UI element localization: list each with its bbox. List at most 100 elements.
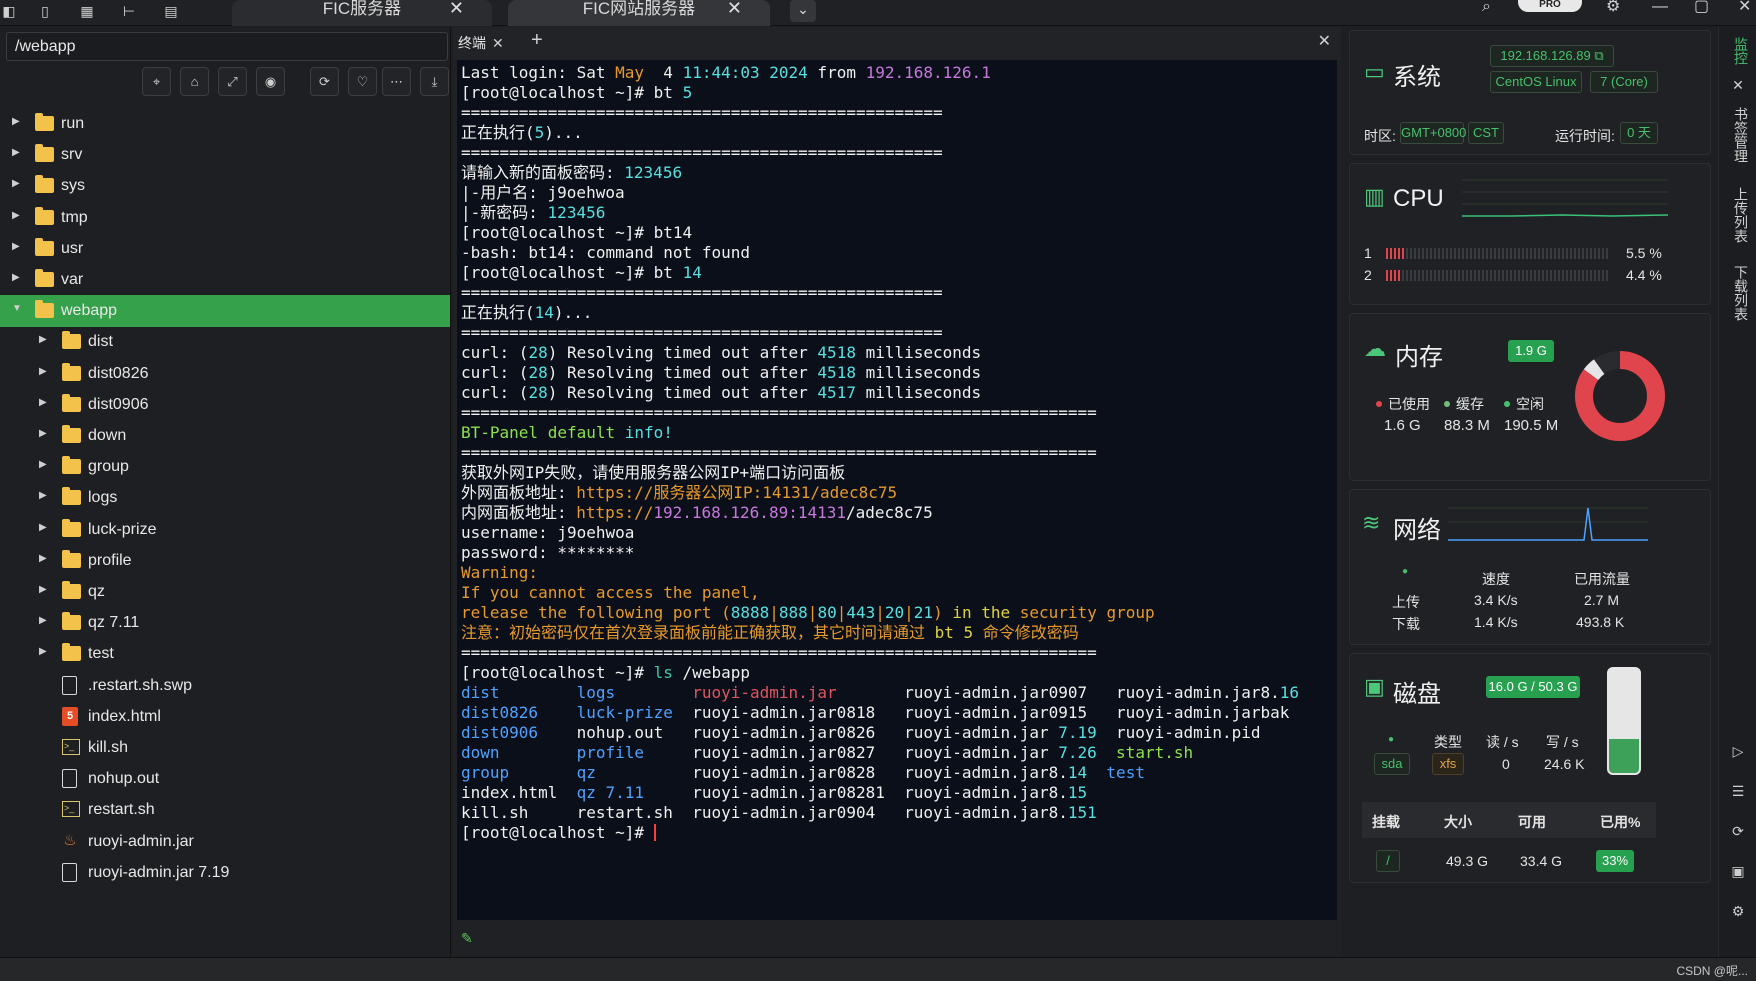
tab-terminal[interactable]: 终端 ✕	[458, 33, 504, 53]
terminal-icon[interactable]: ▷	[1729, 743, 1747, 761]
tab-fic-server[interactable]: FIC服务器 ✕	[232, 0, 492, 26]
refresh-icon[interactable]: ⟳	[310, 67, 339, 96]
tree-item[interactable]: ♨ ruoyi-admin.jar	[0, 826, 450, 858]
tree-item[interactable]: ▶ luck-prize	[0, 514, 450, 546]
chevron-right-icon[interactable]: ▶	[12, 178, 20, 189]
tree-item[interactable]: ▶ usr	[0, 233, 450, 265]
tree-item[interactable]: ▶ down	[0, 420, 450, 452]
tree-item[interactable]: ▶ group	[0, 451, 450, 483]
tree-item[interactable]: ▶ dist0826	[0, 358, 450, 390]
new-document-icon[interactable]: ▯	[36, 2, 54, 20]
save-icon[interactable]: ▣	[1729, 863, 1747, 881]
chevron-right-icon[interactable]: ▶	[12, 210, 20, 221]
expand-icon[interactable]: ⤢	[218, 67, 247, 96]
add-tab-button[interactable]: +	[531, 29, 543, 52]
close-terminal-icon[interactable]: ✕	[1318, 31, 1331, 51]
legend-text: 已使用	[1388, 396, 1430, 412]
chevron-right-icon[interactable]: ▶	[39, 334, 47, 345]
tree-item[interactable]: ▶ srv	[0, 139, 450, 171]
chevron-right-icon[interactable]: ▶	[39, 490, 47, 501]
chevron-right-icon[interactable]: ▶	[39, 584, 47, 595]
path-input[interactable]: /webapp	[6, 32, 448, 61]
close-icon[interactable]: ✕	[492, 35, 504, 51]
chevron-right-icon[interactable]: ▶	[12, 147, 20, 158]
tree-item[interactable]: >_ kill.sh	[0, 732, 450, 764]
monitor-tab[interactable]: 监控	[1731, 37, 1751, 65]
search-icon[interactable]: ⌕	[1482, 0, 1491, 15]
tab-fic-web-server[interactable]: FIC网站服务器 ✕	[508, 0, 770, 26]
chevron-right-icon[interactable]: ▶	[12, 241, 20, 252]
tree-item[interactable]: ruoyi-admin.jar 7.19	[0, 857, 450, 889]
chevron-right-icon[interactable]: ▶	[12, 272, 20, 283]
memory-title: 内存	[1395, 344, 1443, 371]
chevron-right-icon[interactable]: ▶	[39, 428, 47, 439]
chevron-right-icon[interactable]: ▶	[39, 459, 47, 470]
tree-item[interactable]: ▶ run	[0, 108, 450, 140]
tree-item[interactable]: ▶ var	[0, 264, 450, 296]
download-list-tab[interactable]: 下载列表	[1731, 265, 1751, 321]
tree-item[interactable]: >_ restart.sh	[0, 794, 450, 826]
folder-icon	[62, 456, 81, 475]
terminal-line: |-用户名: j9oehwoa	[461, 183, 1337, 203]
terminal-text: 20	[884, 603, 905, 622]
ip-badge[interactable]: 192.168.126.89 ⧉	[1490, 45, 1614, 67]
upload-list-tab[interactable]: 上传列表	[1731, 187, 1751, 243]
tree-item[interactable]: 5 index.html	[0, 701, 450, 733]
tree-item[interactable]: ▶ logs	[0, 482, 450, 514]
terminal-text: 正在执行(	[461, 303, 535, 322]
tree-item[interactable]: ▶ dist0906	[0, 389, 450, 421]
close-icon[interactable]: ✕	[727, 0, 742, 17]
terminal-text: 14	[682, 263, 702, 282]
more-icon[interactable]: ⋯	[382, 67, 411, 96]
terminal-text: -bash: bt14: command not found	[461, 243, 750, 262]
terminal-text: ========================================…	[461, 643, 1097, 662]
tree-item[interactable]: ▶ tmp	[0, 202, 450, 234]
window-close-icon[interactable]: ✕	[1738, 0, 1751, 15]
close-icon[interactable]: ✕	[449, 0, 464, 17]
tree-icon[interactable]: ⊢	[120, 2, 138, 20]
pen-icon[interactable]: ✎	[461, 930, 473, 947]
file-icon	[62, 769, 77, 789]
grid-icon[interactable]: ▦	[78, 2, 96, 20]
chevron-right-icon[interactable]: ▶	[39, 397, 47, 408]
terminal-output[interactable]: Last login: Sat May 4 11:44:03 2024 from…	[457, 60, 1337, 920]
folder-icon	[62, 643, 81, 662]
tree-item[interactable]: ▶ qz	[0, 576, 450, 608]
minimize-icon[interactable]: —	[1652, 0, 1668, 15]
tree-item[interactable]: .restart.sh.swp	[0, 670, 450, 702]
gear-icon[interactable]: ⚙	[1729, 903, 1747, 921]
tree-item[interactable]: ▼ webapp	[0, 295, 450, 328]
bookmarks-tab[interactable]: 书签管理	[1731, 107, 1751, 163]
tree-item[interactable]: ▶ profile	[0, 545, 450, 577]
tree-item[interactable]: nohup.out	[0, 763, 450, 795]
terminal-text: ruoyi-admin.pid	[1096, 723, 1261, 742]
chevron-right-icon[interactable]: ▶	[39, 615, 47, 626]
favorite-icon[interactable]: ♡	[348, 67, 377, 96]
chevron-down-icon[interactable]: ▼	[12, 303, 22, 314]
chevron-right-icon[interactable]: ▶	[39, 553, 47, 564]
tree-item[interactable]: ▶ sys	[0, 170, 450, 202]
list-icon[interactable]: ☰	[1729, 783, 1747, 801]
chevron-right-icon[interactable]: ▶	[12, 116, 20, 127]
sidebar-toggle-icon[interactable]: ◧	[0, 2, 18, 20]
tab-dropdown-button[interactable]: ⌄	[790, 0, 816, 22]
tree-item[interactable]: ▶ test	[0, 638, 450, 670]
user-avatar[interactable]: PRO	[1518, 0, 1582, 12]
maximize-icon[interactable]: ▢	[1694, 0, 1709, 15]
refresh-icon[interactable]: ⟳	[1729, 823, 1747, 841]
cpu-core-percent: 4.4 %	[1626, 267, 1662, 283]
eye-icon[interactable]: ◉	[256, 67, 285, 96]
tree-item[interactable]: ▶ dist	[0, 326, 450, 358]
tree-item[interactable]: ▶ qz 7.11	[0, 607, 450, 639]
list-icon[interactable]: ▤	[162, 2, 180, 20]
chevron-right-icon[interactable]: ▶	[39, 366, 47, 377]
chevron-right-icon[interactable]: ▶	[39, 522, 47, 533]
close-icon[interactable]: ✕	[1729, 77, 1747, 95]
home-icon[interactable]: ⌂	[180, 67, 209, 96]
java-file-icon: ♨	[63, 831, 77, 849]
chevron-right-icon[interactable]: ▶	[39, 646, 47, 657]
download-icon[interactable]: ⤓	[420, 67, 449, 96]
gear-icon[interactable]: ⚙	[1606, 0, 1620, 15]
locate-icon[interactable]: ⌖	[142, 67, 171, 96]
